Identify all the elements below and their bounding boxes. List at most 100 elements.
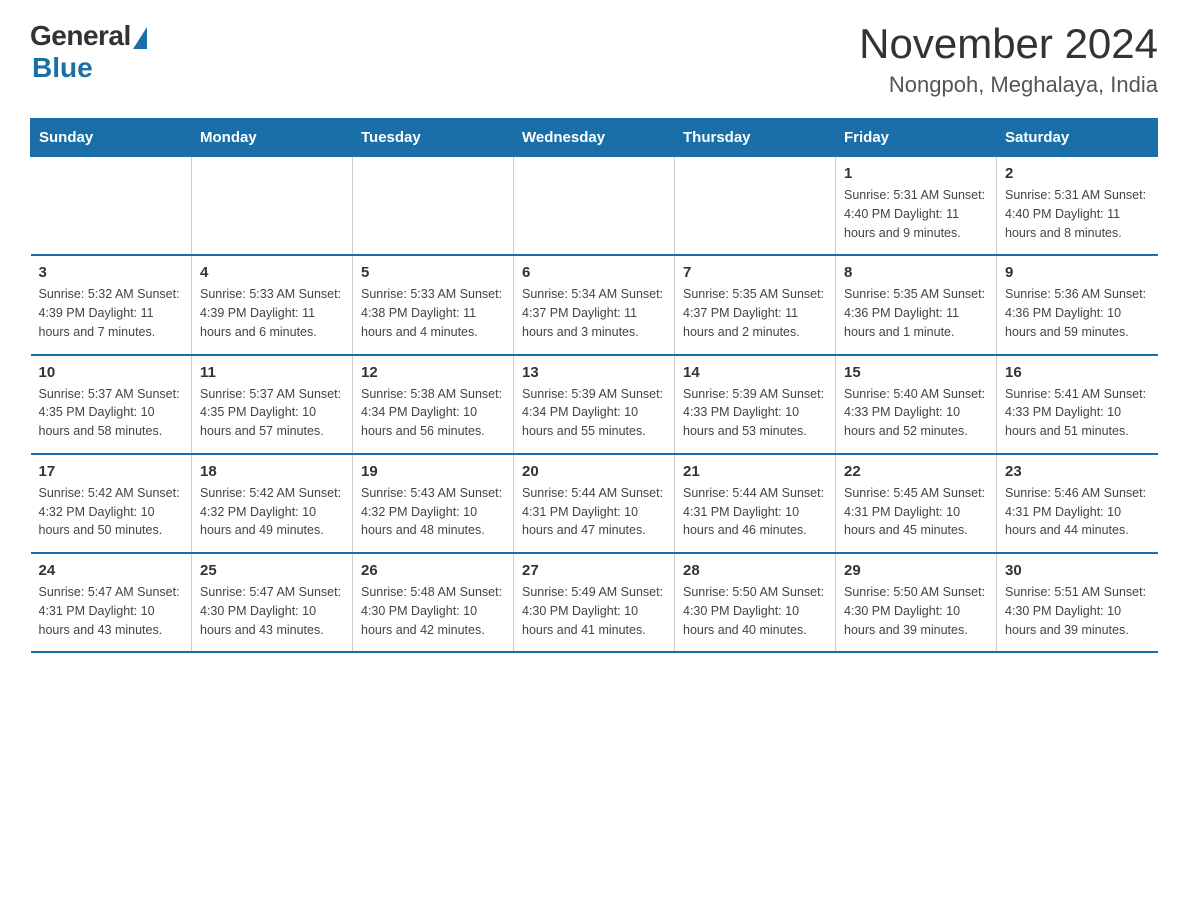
calendar-week-row: 3Sunrise: 5:32 AM Sunset: 4:39 PM Daylig… bbox=[31, 255, 1158, 354]
day-number: 5 bbox=[361, 264, 505, 281]
day-info: Sunrise: 5:35 AM Sunset: 4:37 PM Dayligh… bbox=[683, 285, 827, 341]
weekday-header-wednesday: Wednesday bbox=[514, 119, 675, 157]
day-info: Sunrise: 5:44 AM Sunset: 4:31 PM Dayligh… bbox=[522, 484, 666, 540]
day-info: Sunrise: 5:47 AM Sunset: 4:31 PM Dayligh… bbox=[39, 583, 184, 639]
calendar-cell: 4Sunrise: 5:33 AM Sunset: 4:39 PM Daylig… bbox=[192, 255, 353, 354]
day-info: Sunrise: 5:34 AM Sunset: 4:37 PM Dayligh… bbox=[522, 285, 666, 341]
day-number: 12 bbox=[361, 364, 505, 381]
calendar-cell bbox=[353, 157, 514, 256]
day-number: 18 bbox=[200, 463, 344, 480]
calendar-cell bbox=[514, 157, 675, 256]
day-number: 24 bbox=[39, 562, 184, 579]
day-info: Sunrise: 5:39 AM Sunset: 4:34 PM Dayligh… bbox=[522, 385, 666, 441]
day-number: 25 bbox=[200, 562, 344, 579]
day-info: Sunrise: 5:50 AM Sunset: 4:30 PM Dayligh… bbox=[844, 583, 988, 639]
day-info: Sunrise: 5:46 AM Sunset: 4:31 PM Dayligh… bbox=[1005, 484, 1150, 540]
calendar-header: SundayMondayTuesdayWednesdayThursdayFrid… bbox=[31, 119, 1158, 157]
day-info: Sunrise: 5:37 AM Sunset: 4:35 PM Dayligh… bbox=[200, 385, 344, 441]
calendar-table: SundayMondayTuesdayWednesdayThursdayFrid… bbox=[30, 118, 1158, 653]
day-info: Sunrise: 5:32 AM Sunset: 4:39 PM Dayligh… bbox=[39, 285, 184, 341]
day-number: 29 bbox=[844, 562, 988, 579]
calendar-week-row: 24 Sunrise: 5:47 AM Sunset: 4:31 PM Dayli… bbox=[31, 553, 1158, 652]
logo-triangle-icon bbox=[133, 27, 147, 49]
weekday-row: SundayMondayTuesdayWednesdayThursdayFrid… bbox=[31, 119, 1158, 157]
day-info: Sunrise: 5:49 AM Sunset: 4:30 PM Dayligh… bbox=[522, 583, 666, 639]
calendar-week-row: 17 Sunrise: 5:42 AM Sunset: 4:32 PM Dayli… bbox=[31, 454, 1158, 553]
logo-blue-text: Blue bbox=[32, 52, 93, 84]
calendar-cell: 10Sunrise: 5:37 AM Sunset: 4:35 PM Dayli… bbox=[31, 355, 192, 454]
day-number: 20 bbox=[522, 463, 666, 480]
calendar-cell: 7 Sunrise: 5:35 AM Sunset: 4:37 PM Daylig… bbox=[675, 255, 836, 354]
day-number: 21 bbox=[683, 463, 827, 480]
calendar-body: 1Sunrise: 5:31 AM Sunset: 4:40 PM Daylig… bbox=[31, 157, 1158, 653]
day-number: 23 bbox=[1005, 463, 1150, 480]
calendar-cell: 17 Sunrise: 5:42 AM Sunset: 4:32 PM Dayli… bbox=[31, 454, 192, 553]
weekday-header-monday: Monday bbox=[192, 119, 353, 157]
day-number: 8 bbox=[844, 264, 988, 281]
calendar-cell: 27 Sunrise: 5:49 AM Sunset: 4:30 PM Dayli… bbox=[514, 553, 675, 652]
calendar-cell: 19Sunrise: 5:43 AM Sunset: 4:32 PM Dayli… bbox=[353, 454, 514, 553]
calendar-cell: 14 Sunrise: 5:39 AM Sunset: 4:33 PM Dayli… bbox=[675, 355, 836, 454]
day-info: Sunrise: 5:39 AM Sunset: 4:33 PM Dayligh… bbox=[683, 385, 827, 441]
day-info: Sunrise: 5:44 AM Sunset: 4:31 PM Dayligh… bbox=[683, 484, 827, 540]
calendar-cell: 1Sunrise: 5:31 AM Sunset: 4:40 PM Daylig… bbox=[836, 157, 997, 256]
day-number: 30 bbox=[1005, 562, 1150, 579]
day-info: Sunrise: 5:31 AM Sunset: 4:40 PM Dayligh… bbox=[844, 186, 988, 242]
day-info: Sunrise: 5:48 AM Sunset: 4:30 PM Dayligh… bbox=[361, 583, 505, 639]
calendar-cell: 5Sunrise: 5:33 AM Sunset: 4:38 PM Daylig… bbox=[353, 255, 514, 354]
day-info: Sunrise: 5:47 AM Sunset: 4:30 PM Dayligh… bbox=[200, 583, 344, 639]
weekday-header-tuesday: Tuesday bbox=[353, 119, 514, 157]
day-info: Sunrise: 5:31 AM Sunset: 4:40 PM Dayligh… bbox=[1005, 186, 1150, 242]
calendar-cell: 28Sunrise: 5:50 AM Sunset: 4:30 PM Dayli… bbox=[675, 553, 836, 652]
calendar-cell: 25 Sunrise: 5:47 AM Sunset: 4:30 PM Dayli… bbox=[192, 553, 353, 652]
day-number: 6 bbox=[522, 264, 666, 281]
location-subtitle: Nongpoh, Meghalaya, India bbox=[859, 72, 1158, 98]
day-number: 10 bbox=[39, 364, 184, 381]
weekday-header-saturday: Saturday bbox=[997, 119, 1158, 157]
calendar-cell: 3Sunrise: 5:32 AM Sunset: 4:39 PM Daylig… bbox=[31, 255, 192, 354]
logo-general-text: General bbox=[30, 20, 131, 52]
calendar-cell: 26 Sunrise: 5:48 AM Sunset: 4:30 PM Dayli… bbox=[353, 553, 514, 652]
calendar-week-row: 10 Sunrise: 5:37 AM Sunset: 4:35 PM Dayli… bbox=[31, 355, 1158, 454]
day-number: 13 bbox=[522, 364, 666, 381]
calendar-cell: 29 Sunrise: 5:50 AM Sunset: 4:30 PM Dayli… bbox=[836, 553, 997, 652]
day-number: 26 bbox=[361, 562, 505, 579]
calendar-week-row: 1Sunrise: 5:31 AM Sunset: 4:40 PM Daylig… bbox=[31, 157, 1158, 256]
day-number: 17 bbox=[39, 463, 184, 480]
calendar-cell: 22Sunrise: 5:45 AM Sunset: 4:31 PM Dayli… bbox=[836, 454, 997, 553]
day-number: 7 bbox=[683, 264, 827, 281]
day-number: 9 bbox=[1005, 264, 1150, 281]
weekday-header-thursday: Thursday bbox=[675, 119, 836, 157]
calendar-cell: 16Sunrise: 5:41 AM Sunset: 4:33 PM Dayli… bbox=[997, 355, 1158, 454]
day-info: Sunrise: 5:43 AM Sunset: 4:32 PM Dayligh… bbox=[361, 484, 505, 540]
calendar-cell: 13 Sunrise: 5:39 AM Sunset: 4:34 PM Dayli… bbox=[514, 355, 675, 454]
page-title: November 2024 bbox=[859, 20, 1158, 68]
day-number: 2 bbox=[1005, 165, 1150, 182]
calendar-cell: 21 Sunrise: 5:44 AM Sunset: 4:31 PM Dayli… bbox=[675, 454, 836, 553]
day-info: Sunrise: 5:41 AM Sunset: 4:33 PM Dayligh… bbox=[1005, 385, 1150, 441]
day-number: 11 bbox=[200, 364, 344, 381]
calendar-cell: 9 Sunrise: 5:36 AM Sunset: 4:36 PM Daylig… bbox=[997, 255, 1158, 354]
day-info: Sunrise: 5:40 AM Sunset: 4:33 PM Dayligh… bbox=[844, 385, 988, 441]
calendar-cell: 12 Sunrise: 5:38 AM Sunset: 4:34 PM Dayli… bbox=[353, 355, 514, 454]
day-number: 27 bbox=[522, 562, 666, 579]
day-info: Sunrise: 5:50 AM Sunset: 4:30 PM Dayligh… bbox=[683, 583, 827, 639]
day-number: 14 bbox=[683, 364, 827, 381]
day-info: Sunrise: 5:51 AM Sunset: 4:30 PM Dayligh… bbox=[1005, 583, 1150, 639]
day-info: Sunrise: 5:36 AM Sunset: 4:36 PM Dayligh… bbox=[1005, 285, 1150, 341]
calendar-cell: 6 Sunrise: 5:34 AM Sunset: 4:37 PM Daylig… bbox=[514, 255, 675, 354]
logo: General Blue bbox=[30, 20, 147, 84]
day-info: Sunrise: 5:35 AM Sunset: 4:36 PM Dayligh… bbox=[844, 285, 988, 341]
calendar-cell: 11 Sunrise: 5:37 AM Sunset: 4:35 PM Dayli… bbox=[192, 355, 353, 454]
calendar-cell: 8 Sunrise: 5:35 AM Sunset: 4:36 PM Daylig… bbox=[836, 255, 997, 354]
day-info: Sunrise: 5:42 AM Sunset: 4:32 PM Dayligh… bbox=[39, 484, 184, 540]
weekday-header-sunday: Sunday bbox=[31, 119, 192, 157]
day-info: Sunrise: 5:38 AM Sunset: 4:34 PM Dayligh… bbox=[361, 385, 505, 441]
day-info: Sunrise: 5:42 AM Sunset: 4:32 PM Dayligh… bbox=[200, 484, 344, 540]
calendar-cell: 15Sunrise: 5:40 AM Sunset: 4:33 PM Dayli… bbox=[836, 355, 997, 454]
calendar-cell: 30 Sunrise: 5:51 AM Sunset: 4:30 PM Dayli… bbox=[997, 553, 1158, 652]
weekday-header-friday: Friday bbox=[836, 119, 997, 157]
day-info: Sunrise: 5:45 AM Sunset: 4:31 PM Dayligh… bbox=[844, 484, 988, 540]
calendar-cell: 18 Sunrise: 5:42 AM Sunset: 4:32 PM Dayli… bbox=[192, 454, 353, 553]
calendar-cell bbox=[192, 157, 353, 256]
